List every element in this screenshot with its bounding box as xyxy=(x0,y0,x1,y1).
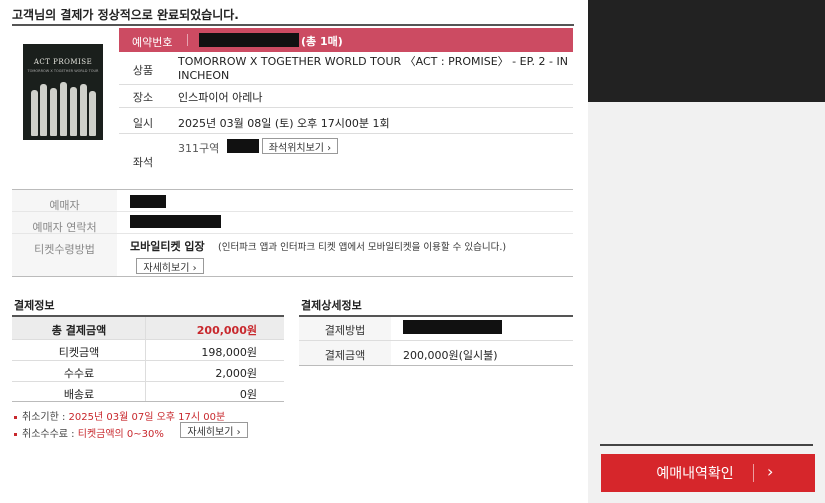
booker-name-redacted xyxy=(130,195,166,208)
bullet-icon xyxy=(14,432,17,436)
shipping-label: 배송료 xyxy=(63,388,95,401)
row-divider xyxy=(12,401,284,402)
cancel-fee-note: 취소수수료 : 티켓금액의 0~30% xyxy=(14,425,164,440)
section-divider xyxy=(12,276,573,277)
payment-detail-title: 결제상세정보 xyxy=(301,299,362,312)
main-content: 고객님의 결제가 정상적으로 완료되었습니다. ACT PROMISE TOMO… xyxy=(0,0,588,503)
seat-number-redacted xyxy=(227,139,259,153)
sidebar-divider xyxy=(600,444,813,446)
row-divider xyxy=(299,365,573,366)
datetime-label: 일시 xyxy=(132,117,154,130)
seat-map-button[interactable]: 좌석위치보기 › xyxy=(262,138,338,154)
payment-info-title: 결제정보 xyxy=(14,299,55,312)
poster-figure xyxy=(40,84,47,136)
poster-figure xyxy=(89,91,96,136)
chevron-right-icon: › xyxy=(767,462,774,481)
concert-poster-image: ACT PROMISE TOMORROW X TOGETHER WORLD TO… xyxy=(23,44,103,140)
ticket-method-note: (인터파크 앱과 인터파크 티켓 앱에서 모바일티켓을 이용할 수 있습니다.) xyxy=(218,242,507,253)
total-amount-value: 200,000원 xyxy=(196,324,257,337)
sidebar-dark-panel xyxy=(588,0,825,102)
seat-label: 좌석 xyxy=(132,156,154,169)
cancel-deadline-note: 취소기한 : 2025년 03월 07일 오후 17시 00분 xyxy=(14,408,225,423)
row-divider xyxy=(12,211,573,212)
right-sidebar: 예매내역확인 › xyxy=(588,0,825,503)
poster-figure xyxy=(60,82,67,136)
seat-value: 311구역 xyxy=(178,142,220,155)
poster-figure xyxy=(31,90,38,136)
payment-complete-page: 고객님의 결제가 정상적으로 완료되었습니다. ACT PROMISE TOMO… xyxy=(0,0,825,503)
payment-amount-label: 결제금액 xyxy=(324,349,366,362)
row-divider xyxy=(12,339,284,340)
total-amount-label: 총 결제금액 xyxy=(51,324,107,337)
reservation-number-label: 예약번호 xyxy=(132,36,173,49)
bullet-icon xyxy=(14,415,17,419)
label-separator xyxy=(187,34,188,46)
datetime-value: 2025년 03월 08일 (토) 오후 17시00분 1회 xyxy=(178,117,390,130)
shipping-value: 0원 xyxy=(239,388,257,401)
completion-headline: 고객님의 결제가 정상적으로 완료되었습니다. xyxy=(12,8,239,22)
cancel-fee-details-button[interactable]: 자세히보기 › xyxy=(180,422,248,438)
row-divider xyxy=(12,381,284,382)
product-value: TOMORROW X TOGETHER WORLD TOUR 〈ACT : PR… xyxy=(178,55,568,82)
fee-label: 수수료 xyxy=(63,367,95,380)
product-label: 상품 xyxy=(132,64,154,77)
row-divider xyxy=(119,107,573,108)
payment-method-redacted xyxy=(403,320,502,334)
view-reservation-label: 예매내역확인 xyxy=(656,466,734,482)
poster-subtitle: TOMORROW X TOGETHER WORLD TOUR xyxy=(27,69,99,73)
venue-label: 장소 xyxy=(132,91,154,104)
ticket-count: (총 1매) xyxy=(301,35,343,48)
booker-contact-redacted xyxy=(130,215,221,228)
reservation-number-bar: 예약번호 (총 1매) xyxy=(119,28,573,52)
cancel-deadline-label: 취소기한 : xyxy=(22,412,66,423)
ticket-method-details-button[interactable]: 자세히보기 › xyxy=(136,258,204,274)
column-divider xyxy=(145,317,146,401)
row-divider xyxy=(12,233,573,234)
venue-value: 인스파이어 아레나 xyxy=(178,91,263,104)
poster-title: ACT PROMISE xyxy=(33,58,93,66)
row-divider xyxy=(119,133,573,134)
poster-figure xyxy=(70,87,77,136)
button-separator xyxy=(753,464,754,482)
view-reservation-button[interactable]: 예매내역확인 › xyxy=(601,454,815,492)
payment-amount-value: 200,000원(일시불) xyxy=(403,349,498,362)
fee-value: 2,000원 xyxy=(215,367,257,380)
ticket-method-label: 티켓수령방법 xyxy=(34,243,95,256)
cancel-fee-value: 티켓금액의 0~30% xyxy=(77,429,164,440)
poster-figure xyxy=(50,88,57,136)
poster-figure xyxy=(80,84,87,136)
row-divider xyxy=(299,340,573,341)
ticket-method-value: 모바일티켓 입장 xyxy=(130,240,205,253)
payment-method-label: 결제방법 xyxy=(324,324,366,337)
ticket-amount-value: 198,000원 xyxy=(201,346,257,359)
row-divider xyxy=(119,84,573,85)
reservation-number-redacted xyxy=(199,33,299,47)
row-divider xyxy=(12,360,284,361)
headline-divider xyxy=(12,24,574,26)
ticket-amount-label: 티켓금액 xyxy=(58,346,100,359)
cancel-fee-label: 취소수수료 : xyxy=(22,429,75,440)
